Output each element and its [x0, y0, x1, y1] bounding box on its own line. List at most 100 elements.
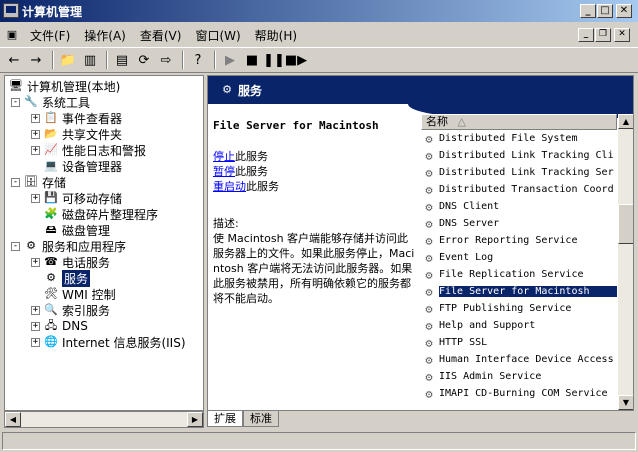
child-minimize-button[interactable]: _: [578, 28, 594, 42]
status-bar: [2, 432, 636, 450]
tab-extended[interactable]: 扩展: [207, 411, 243, 427]
expand-toggle[interactable]: +: [31, 305, 40, 315]
collapse-toggle[interactable]: -: [11, 241, 20, 251]
list-vertical-scrollbar[interactable]: ▲ ▼: [618, 114, 633, 410]
expand-toggle[interactable]: +: [31, 145, 40, 155]
minimize-button[interactable]: _: [580, 4, 596, 18]
list-item[interactable]: ⚙ Distributed Transaction Coord: [421, 181, 617, 198]
tree-item-label: 共享文件夹: [62, 127, 123, 142]
tree-item-disk-management[interactable]: 🖴 磁盘管理: [44, 222, 110, 238]
start-service-icon[interactable]: ▶: [220, 50, 240, 70]
list-item[interactable]: ⚙ Distributed Link Tracking Ser: [421, 164, 617, 181]
child-restore-button[interactable]: ❐: [595, 28, 611, 42]
list-item[interactable]: ⚙ Distributed File System: [421, 130, 617, 147]
list-item[interactable]: ⚙ File Replication Service: [421, 266, 617, 283]
list-item[interactable]: ⚙ DNS Client: [421, 198, 617, 215]
pause-line: 暂停此服务: [213, 164, 418, 179]
tree-root[interactable]: 🖥 计算机管理(本地): [9, 78, 120, 94]
scroll-down-icon[interactable]: ▼: [618, 395, 633, 410]
tree-item-defrag[interactable]: 🧩 磁盘碎片整理程序: [44, 206, 158, 222]
menu-action[interactable]: 操作(A): [77, 27, 133, 44]
properties-icon[interactable]: ▤: [112, 50, 132, 70]
column-header-name[interactable]: 名称 △: [421, 114, 617, 130]
restart-service-link[interactable]: 重启动: [213, 180, 246, 193]
list-item[interactable]: ⚙ Help and Support: [421, 317, 617, 334]
expand-toggle[interactable]: +: [31, 321, 40, 331]
back-arrow-icon[interactable]: ←: [4, 50, 24, 70]
tree-item-event-viewer[interactable]: + 📋 事件查看器: [31, 110, 122, 126]
menu-help[interactable]: 帮助(H): [248, 27, 304, 44]
scroll-right-icon[interactable]: ▶: [187, 412, 203, 427]
indexing-icon: 🔍: [44, 303, 58, 316]
tree-root-label: 计算机管理(本地): [27, 79, 121, 94]
list-item[interactable]: ⚙ IMAPI CD-Burning COM Service: [421, 385, 617, 402]
app-icon[interactable]: [3, 3, 19, 18]
expand-toggle[interactable]: +: [31, 113, 40, 123]
scroll-left-icon[interactable]: ◀: [5, 412, 21, 427]
tree-item-storage[interactable]: - 🗄 存储: [11, 174, 66, 190]
menu-window[interactable]: 窗口(W): [188, 27, 247, 44]
expand-toggle[interactable]: +: [31, 129, 40, 139]
title-bar[interactable]: 计算机管理: [0, 0, 638, 22]
tree-item-label: 索引服务: [62, 303, 111, 318]
collapse-toggle[interactable]: -: [11, 97, 20, 107]
list-item[interactable]: ⚙ IIS Admin Service: [421, 368, 617, 385]
forward-arrow-icon[interactable]: →: [26, 50, 46, 70]
export-list-icon[interactable]: ⇨: [156, 50, 176, 70]
tree-item-services-apps[interactable]: - ⚙ 服务和应用程序: [11, 238, 126, 254]
list-item[interactable]: ⚙ Human Interface Device Access: [421, 351, 617, 368]
service-name: Error Reporting Service: [439, 235, 578, 246]
pane-header: ⚙ 服务: [208, 76, 633, 104]
list-item-selected[interactable]: ⚙ File Server for Macintosh: [421, 283, 617, 300]
service-name: File Server for Macintosh: [439, 286, 617, 297]
list-item[interactable]: ⚙ Error Reporting Service: [421, 232, 617, 249]
help-icon[interactable]: ?: [188, 50, 208, 70]
pause-service-link[interactable]: 暂停: [213, 165, 235, 178]
tree-item-perf-logs[interactable]: + 📈 性能日志和警报: [31, 142, 146, 158]
restart-service-icon[interactable]: ■▶: [285, 50, 307, 70]
list-item[interactable]: ⚙ Distributed Link Tracking Cli: [421, 147, 617, 164]
refresh-icon[interactable]: ⟳: [134, 50, 154, 70]
list-item[interactable]: ⚙ DNS Server: [421, 215, 617, 232]
service-name: IMAPI CD-Burning COM Service: [439, 388, 608, 399]
show-tree-icon[interactable]: ▥: [80, 50, 100, 70]
pause-service-icon[interactable]: ❚❚: [263, 50, 285, 70]
tree-item-label: 事件查看器: [62, 111, 123, 126]
tree-item-label-selected: 服务: [62, 269, 91, 287]
list-item[interactable]: ⚙ Event Log: [421, 249, 617, 266]
scroll-thumb[interactable]: [618, 204, 633, 244]
child-close-button[interactable]: ✕: [614, 28, 630, 42]
tree-item-removable-storage[interactable]: + 💾 可移动存储: [31, 190, 122, 206]
tree-item-label: 设备管理器: [62, 159, 123, 174]
tree-item-label: 磁盘管理: [62, 223, 111, 238]
stop-service-link[interactable]: 停止: [213, 150, 235, 163]
list-item[interactable]: ⚙ HTTP SSL: [421, 334, 617, 351]
tree-item-label: 可移动存储: [62, 191, 123, 206]
tree-horizontal-scrollbar[interactable]: ◀ ▶: [4, 411, 204, 428]
list-item[interactable]: ⚙ FTP Publishing Service: [421, 300, 617, 317]
tree-item-wmi[interactable]: 🛠 WMI 控制: [44, 286, 116, 302]
stop-service-icon[interactable]: ■: [242, 50, 262, 70]
expand-toggle[interactable]: +: [31, 337, 40, 347]
close-button[interactable]: ✕: [616, 4, 632, 18]
tree-item-iis[interactable]: + 🌐 Internet 信息服务(IIS): [31, 334, 186, 350]
expand-toggle[interactable]: +: [31, 193, 40, 203]
tree-item-device-manager[interactable]: 💻 设备管理器: [44, 158, 122, 174]
collapse-toggle[interactable]: -: [11, 177, 20, 187]
console-tree: 🖥 计算机管理(本地) - 🔧 系统工具 + 📋 事件查看器 + 📂 共享文件夹…: [4, 75, 204, 411]
menu-view[interactable]: 查看(V): [133, 27, 189, 44]
tree-item-telephony[interactable]: + ☎ 电话服务: [31, 254, 110, 270]
tree-item-services[interactable]: ⚙ 服务: [44, 269, 91, 287]
tree-item-system-tools[interactable]: - 🔧 系统工具: [11, 94, 90, 110]
expand-toggle[interactable]: +: [31, 257, 40, 267]
up-folder-icon[interactable]: 📁: [58, 50, 78, 70]
tree-item-dns[interactable]: + 🖧 DNS: [31, 318, 88, 334]
scroll-up-icon[interactable]: ▲: [618, 114, 633, 129]
maximize-button[interactable]: □: [597, 4, 613, 18]
tree-item-indexing[interactable]: + 🔍 索引服务: [31, 302, 110, 318]
tab-standard[interactable]: 标准: [243, 411, 279, 427]
performance-icon: 📈: [44, 143, 58, 156]
mmc-doc-icon[interactable]: ▣: [5, 28, 19, 42]
menu-file[interactable]: 文件(F): [23, 27, 77, 44]
tree-item-shared-folders[interactable]: + 📂 共享文件夹: [31, 126, 122, 142]
